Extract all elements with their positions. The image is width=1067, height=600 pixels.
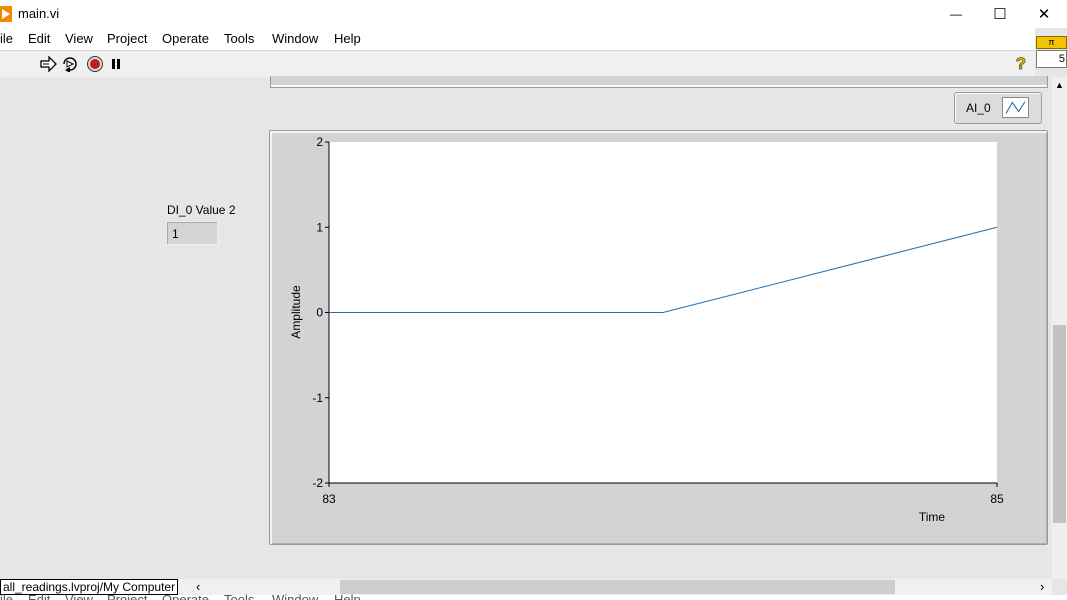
vi-icon-badge: π	[1036, 36, 1067, 49]
minimize-icon: —	[950, 7, 962, 21]
ghost-menu-view: View	[65, 592, 93, 600]
indicator-label: DI_0 Value 2	[167, 203, 236, 217]
ghost-menu-operate: Operate	[162, 592, 209, 600]
ghost-menu-project: Project	[107, 592, 148, 600]
x-tick-label: 83	[322, 492, 336, 506]
close-icon: ✕	[1037, 6, 1051, 23]
ghost-menu-tools: Tools	[224, 592, 255, 600]
menu-help[interactable]: Help	[334, 31, 361, 46]
context-help-icon[interactable]: ?	[1012, 54, 1030, 73]
upper-decoration-frame	[270, 76, 1048, 88]
help-glyph: ?	[1016, 54, 1026, 73]
menu-view[interactable]: View	[65, 31, 93, 46]
menu-project[interactable]: Project	[107, 31, 147, 46]
ghost-menu-help: Help	[334, 592, 361, 600]
ghost-menu-edit: Edit	[28, 592, 51, 600]
menu-window[interactable]: Window	[272, 31, 318, 46]
maximize-icon: ☐	[993, 6, 1007, 23]
close-button[interactable]: ✕	[1021, 0, 1067, 28]
scroll-up-icon[interactable]: ▲	[1052, 80, 1067, 90]
run-continuously-icon[interactable]	[61, 55, 79, 73]
x-tick-label: 85	[990, 492, 1004, 506]
y-tick-label: -1	[312, 391, 323, 405]
y-tick-label: 1	[316, 220, 323, 234]
side-numeric-field[interactable]: 5	[1036, 50, 1067, 68]
menu-tools[interactable]: Tools	[224, 31, 254, 46]
title-bar	[0, 0, 1067, 28]
menu-file[interactable]: ile	[0, 31, 13, 46]
run-arrow-icon[interactable]	[39, 55, 57, 73]
pause-icon[interactable]	[107, 55, 125, 73]
menu-edit[interactable]: Edit	[28, 31, 50, 46]
x-axis-label: Time	[919, 510, 946, 524]
labview-vi-icon	[0, 6, 12, 22]
abort-icon[interactable]	[86, 55, 104, 73]
background-window-menu: ile Edit View Project Operate Tools Wind…	[0, 588, 1067, 600]
ghost-menu-window: Window	[272, 592, 319, 600]
menu-bar: ile Edit View Project Operate Tools Wind…	[0, 28, 1035, 50]
minimize-button[interactable]: —	[933, 0, 979, 28]
y-axis-label: Amplitude	[289, 285, 303, 339]
legend-label: AI_0	[966, 101, 991, 115]
legend-line-swatch-icon[interactable]	[1002, 97, 1029, 118]
vertical-scroll-thumb[interactable]	[1053, 325, 1066, 523]
y-tick-label: -2	[312, 476, 323, 490]
maximize-button[interactable]: ☐	[977, 0, 1023, 28]
window-title: main.vi	[18, 6, 60, 21]
chart-svg: 2 1 0 -1 -2 83 85 Time Amplitude	[289, 135, 1004, 524]
toolbar: ?	[0, 50, 1035, 78]
y-tick-label: 2	[316, 135, 323, 149]
y-tick-label: 0	[316, 306, 323, 320]
menu-operate[interactable]: Operate	[162, 31, 209, 46]
ghost-menu-file: ile	[0, 592, 14, 600]
indicator-value: 1	[172, 227, 179, 241]
